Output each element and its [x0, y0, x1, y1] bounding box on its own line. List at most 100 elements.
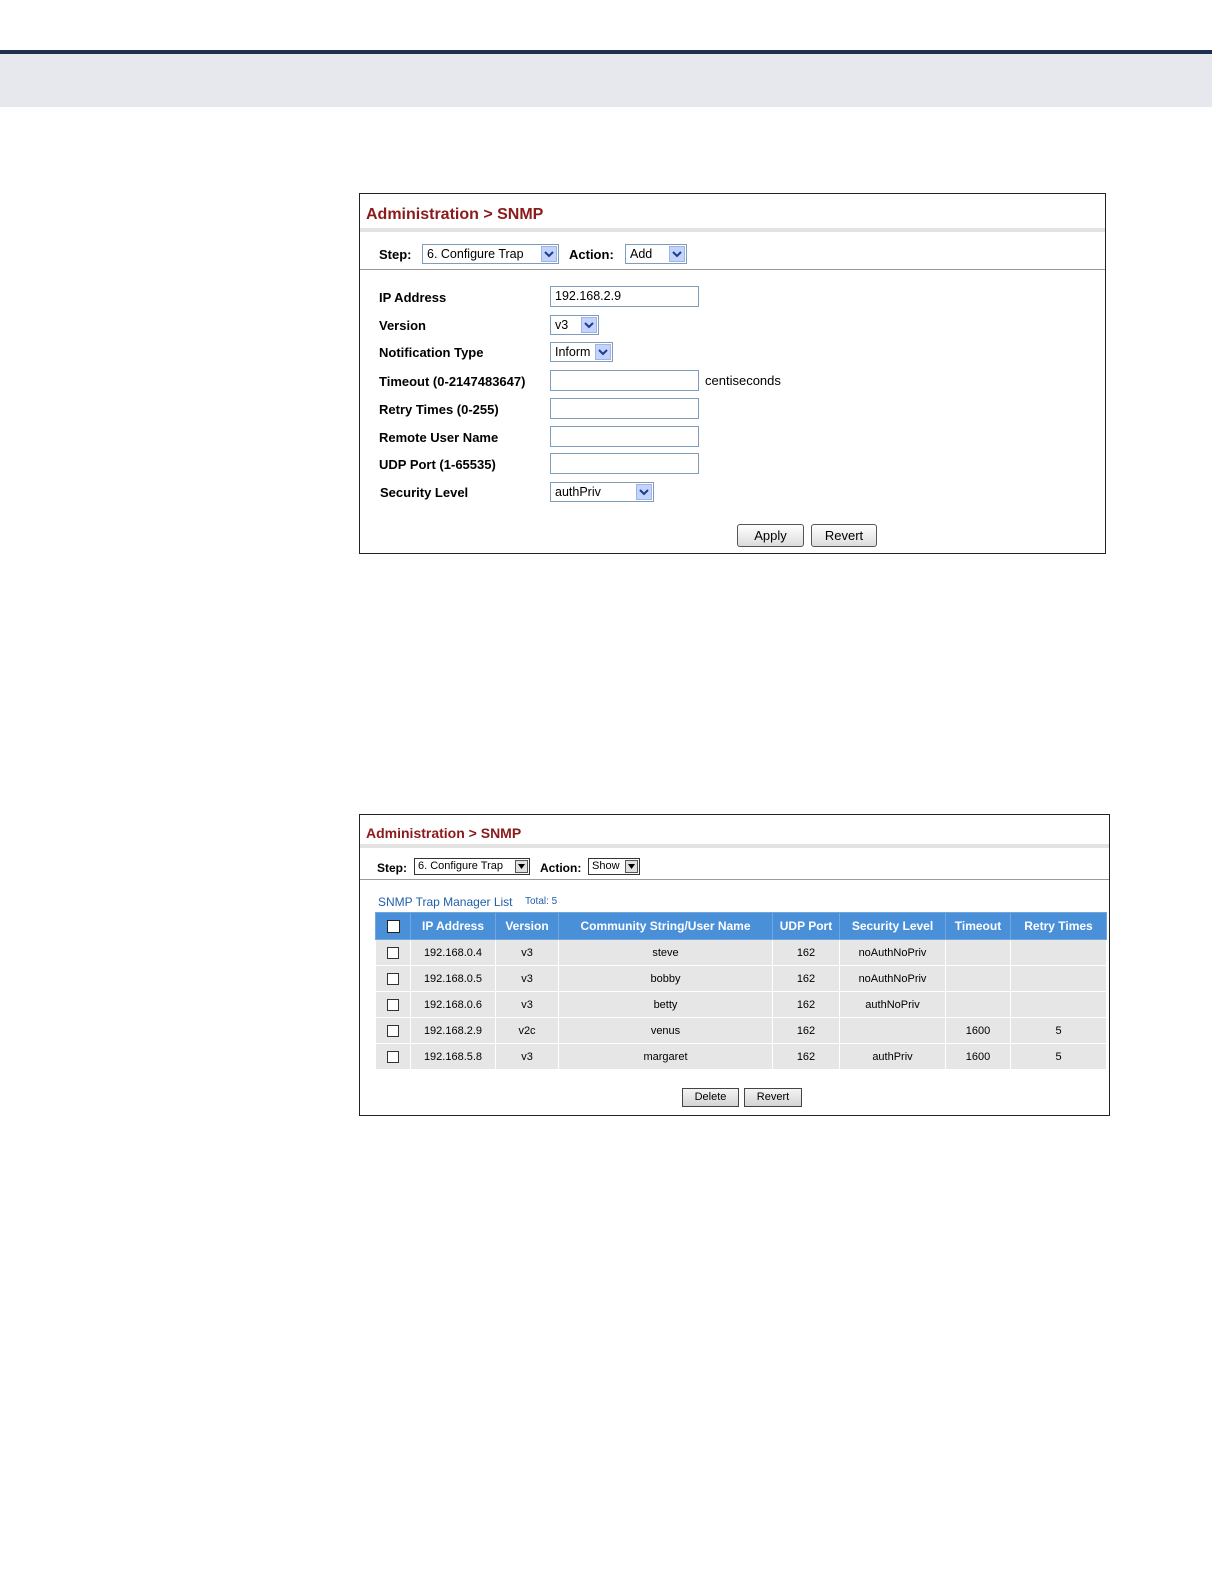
chevron-down-icon — [625, 860, 638, 873]
retry-times-input[interactable] — [550, 398, 699, 419]
chevron-down-icon — [515, 860, 528, 873]
udp-port-input[interactable] — [550, 453, 699, 474]
timeout-unit: centiseconds — [705, 373, 781, 388]
table-cell: 1600 — [945, 1017, 1011, 1044]
chevron-down-icon — [636, 484, 652, 500]
toolbar-divider — [360, 269, 1105, 270]
version-select[interactable]: v3 — [550, 315, 599, 335]
step-select-value: 6. Configure Trap — [427, 247, 524, 261]
remote-user-name-input[interactable] — [550, 426, 699, 447]
select-all-cell — [375, 912, 411, 940]
title-underline — [360, 844, 1109, 848]
table-cell — [945, 939, 1011, 966]
table-row: 192.168.0.5 v3 bobby 162 noAuthNoPriv — [375, 965, 1107, 992]
version-select-value: v3 — [555, 318, 569, 332]
table-cell: 5 — [1010, 1017, 1107, 1044]
row-select-cell — [375, 1017, 411, 1044]
action-select[interactable]: Add — [625, 244, 687, 264]
table-cell: 162 — [772, 939, 840, 966]
table-cell — [1010, 965, 1107, 992]
table-cell — [945, 965, 1011, 992]
table-cell: margaret — [558, 1043, 773, 1070]
table-cell: 192.168.5.8 — [410, 1043, 496, 1070]
step-label: Step: — [379, 247, 412, 262]
table-header-row: IP Address Version Community String/User… — [375, 912, 1107, 940]
table-cell: 192.168.0.5 — [410, 965, 496, 992]
page-title: Administration > SNMP — [366, 825, 522, 841]
row-checkbox[interactable] — [387, 946, 399, 959]
apply-button[interactable]: Apply — [737, 524, 804, 547]
notification-type-select[interactable]: Inform — [550, 342, 613, 362]
snmp-configure-trap-add-panel: Administration > SNMP Step: 6. Configure… — [359, 193, 1106, 554]
table-cell: 192.168.0.6 — [410, 991, 496, 1018]
table-cell: steve — [558, 939, 773, 966]
table-cell: v3 — [495, 991, 559, 1018]
table-cell — [839, 1017, 946, 1044]
table-cell: 162 — [772, 1043, 840, 1070]
table-cell: 1600 — [945, 1043, 1011, 1070]
table-cell: betty — [558, 991, 773, 1018]
timeout-label: Timeout (0-2147483647) — [379, 374, 526, 389]
action-label: Action: — [569, 247, 614, 262]
table-cell — [945, 991, 1011, 1018]
page-title: Administration > SNMP — [366, 206, 544, 223]
snmp-trap-manager-list-panel: Administration > SNMP Step: 6. Configure… — [359, 814, 1110, 1116]
notification-type-label: Notification Type — [379, 345, 484, 360]
row-select-cell — [375, 939, 411, 966]
table-cell: 162 — [772, 991, 840, 1018]
security-level-label: Security Level — [380, 485, 469, 500]
notification-type-select-value: Inform — [555, 345, 591, 359]
table-cell: noAuthNoPriv — [839, 939, 946, 966]
action-select-value: Show — [592, 860, 620, 872]
row-select-cell — [375, 991, 411, 1018]
list-title: SNMP Trap Manager List — [378, 895, 513, 909]
table-cell: v3 — [495, 965, 559, 992]
row-checkbox[interactable] — [387, 972, 399, 985]
table-cell: noAuthNoPriv — [839, 965, 946, 992]
table-cell: 162 — [772, 965, 840, 992]
column-header: UDP Port — [772, 912, 840, 940]
trap-manager-table: IP Address Version Community String/User… — [375, 912, 1107, 1070]
security-level-select-value: authPriv — [555, 485, 601, 499]
step-select[interactable]: 6. Configure Trap — [422, 244, 559, 264]
step-label: Step: — [377, 861, 407, 875]
table-cell: 5 — [1010, 1043, 1107, 1070]
ip-address-input[interactable]: 192.168.2.9 — [550, 286, 699, 307]
row-checkbox[interactable] — [387, 1024, 399, 1037]
revert-button[interactable]: Revert — [744, 1088, 802, 1107]
step-select[interactable]: 6. Configure Trap — [414, 858, 530, 875]
table-cell: v3 — [495, 939, 559, 966]
row-checkbox[interactable] — [387, 998, 399, 1011]
column-header: Retry Times — [1010, 912, 1107, 940]
table-cell: 192.168.2.9 — [410, 1017, 496, 1044]
table-cell: authPriv — [839, 1043, 946, 1070]
action-select[interactable]: Show — [588, 858, 640, 875]
timeout-input[interactable] — [550, 370, 699, 391]
table-row: 192.168.0.6 v3 betty 162 authNoPriv — [375, 991, 1107, 1018]
retry-times-label: Retry Times (0-255) — [379, 402, 499, 417]
table-cell: v2c — [495, 1017, 559, 1044]
ip-address-label: IP Address — [379, 290, 447, 305]
revert-button[interactable]: Revert — [811, 524, 877, 547]
table-cell — [1010, 991, 1107, 1018]
table-cell — [1010, 939, 1107, 966]
table-cell: authNoPriv — [839, 991, 946, 1018]
table-row: 192.168.5.8 v3 margaret 162 authPriv 160… — [375, 1043, 1107, 1070]
security-level-select[interactable]: authPriv — [550, 482, 654, 502]
chevron-down-icon — [541, 246, 557, 262]
select-all-checkbox[interactable] — [386, 920, 400, 934]
table-cell: bobby — [558, 965, 773, 992]
delete-button[interactable]: Delete — [682, 1088, 739, 1107]
action-label: Action: — [540, 861, 582, 875]
table-cell: venus — [558, 1017, 773, 1044]
column-header: IP Address — [410, 912, 496, 940]
chevron-down-icon — [595, 344, 611, 360]
version-label: Version — [379, 318, 426, 333]
table-row: 192.168.0.4 v3 steve 162 noAuthNoPriv — [375, 939, 1107, 966]
column-header: Community String/User Name — [558, 912, 773, 940]
chevron-down-icon — [581, 317, 597, 333]
udp-port-label: UDP Port (1-65535) — [379, 457, 496, 472]
page-header-band — [0, 54, 1212, 107]
row-checkbox[interactable] — [387, 1050, 399, 1063]
column-header: Version — [495, 912, 559, 940]
